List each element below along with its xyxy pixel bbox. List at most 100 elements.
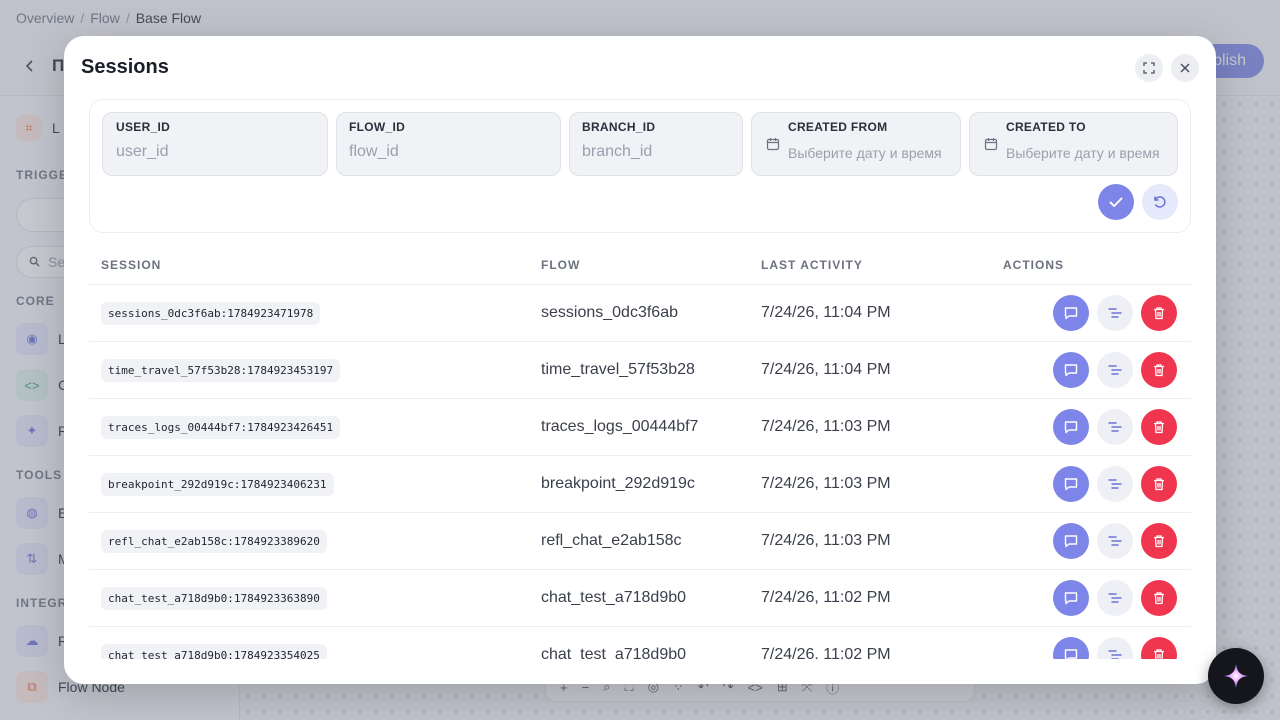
view-traces-button[interactable] xyxy=(1097,352,1133,388)
flow-name: refl_chat_e2ab158c xyxy=(541,532,682,549)
session-id[interactable]: breakpoint_292d919c:1784923406231 xyxy=(101,473,334,496)
delete-session-button[interactable] xyxy=(1141,352,1177,388)
created-to-placeholder: Выберите дату и время xyxy=(1006,145,1160,161)
flow-name: sessions_0dc3f6ab xyxy=(541,304,678,321)
flow-name: time_travel_57f53b28 xyxy=(541,361,695,378)
last-activity: 7/24/26, 11:03 PM xyxy=(761,532,891,549)
delete-session-button[interactable] xyxy=(1141,523,1177,559)
filters-panel: USER_ID user_id FLOW_ID flow_id BRANCH_I… xyxy=(89,99,1191,233)
flow-id-label: FLOW_ID xyxy=(349,120,406,134)
table-row: chat_test_a718d9b0:1784923363890 chat_te… xyxy=(89,570,1191,627)
session-id[interactable]: chat_test_a718d9b0:1784923363890 xyxy=(101,587,327,610)
table-row: traces_logs_00444bf7:1784923426451 trace… xyxy=(89,399,1191,456)
traces-icon xyxy=(1108,422,1122,432)
chat-icon xyxy=(1064,478,1078,491)
view-traces-button[interactable] xyxy=(1097,295,1133,331)
trash-icon xyxy=(1154,535,1164,548)
chat-icon xyxy=(1064,649,1078,659)
session-id[interactable]: traces_logs_00444bf7:1784923426451 xyxy=(101,416,341,439)
trash-icon xyxy=(1154,592,1164,605)
open-chat-button[interactable] xyxy=(1053,637,1089,659)
traces-icon xyxy=(1108,593,1122,603)
delete-session-button[interactable] xyxy=(1141,580,1177,616)
last-activity: 7/24/26, 11:02 PM xyxy=(761,589,891,606)
close-icon[interactable] xyxy=(1171,54,1199,82)
branch-id-field[interactable]: BRANCH_ID branch_id xyxy=(569,112,743,176)
calendar-icon xyxy=(766,137,780,151)
view-traces-button[interactable] xyxy=(1097,409,1133,445)
apply-filters-button[interactable] xyxy=(1098,184,1134,220)
open-chat-button[interactable] xyxy=(1053,523,1089,559)
table-row: refl_chat_e2ab158c:1784923389620 refl_ch… xyxy=(89,513,1191,570)
created-from-label: CREATED FROM xyxy=(788,120,888,134)
open-chat-button[interactable] xyxy=(1053,466,1089,502)
check-icon xyxy=(1109,197,1123,207)
table-row: chat_test_a718d9b0:1784923354025 chat_te… xyxy=(89,627,1191,659)
chat-icon xyxy=(1064,592,1078,605)
header-actions: ACTIONS xyxy=(1003,258,1064,272)
delete-session-button[interactable] xyxy=(1141,295,1177,331)
session-id[interactable]: time_travel_57f53b28:1784923453197 xyxy=(101,359,341,382)
flow-name: traces_logs_00444bf7 xyxy=(541,418,699,435)
traces-icon xyxy=(1108,365,1122,375)
ai-assistant-button[interactable] xyxy=(1208,648,1264,704)
chat-icon xyxy=(1064,364,1078,377)
delete-session-button[interactable] xyxy=(1141,409,1177,445)
user-id-placeholder: user_id xyxy=(116,143,169,160)
trash-icon xyxy=(1154,649,1164,659)
scroll-fade xyxy=(89,659,1191,684)
last-activity: 7/24/26, 11:03 PM xyxy=(761,475,891,492)
flow-id-placeholder: flow_id xyxy=(349,143,399,160)
last-activity: 7/24/26, 11:03 PM xyxy=(761,418,891,435)
created-to-label: CREATED TO xyxy=(1006,120,1086,134)
reset-filters-button[interactable] xyxy=(1142,184,1178,220)
table-row: time_travel_57f53b28:1784923453197 time_… xyxy=(89,342,1191,399)
trash-icon xyxy=(1154,364,1164,377)
sessions-modal: Sessions USER_ID user_id FLOW_ID flow_id… xyxy=(64,36,1216,684)
table-row: sessions_0dc3f6ab:1784923471978 sessions… xyxy=(89,285,1191,342)
traces-icon xyxy=(1108,536,1122,546)
flow-name: chat_test_a718d9b0 xyxy=(541,646,687,659)
chat-icon xyxy=(1064,307,1078,320)
session-id[interactable]: sessions_0dc3f6ab:1784923471978 xyxy=(101,302,321,325)
flow-name: breakpoint_292d919c xyxy=(541,475,695,492)
header-flow: FLOW xyxy=(541,258,581,272)
branch-id-placeholder: branch_id xyxy=(582,143,653,160)
traces-icon xyxy=(1108,308,1122,318)
delete-session-button[interactable] xyxy=(1141,637,1177,659)
modal-title: Sessions xyxy=(81,56,169,78)
flow-id-field[interactable]: FLOW_ID flow_id xyxy=(336,112,561,176)
traces-icon xyxy=(1108,650,1122,659)
trash-icon xyxy=(1154,421,1164,434)
open-chat-button[interactable] xyxy=(1053,580,1089,616)
view-traces-button[interactable] xyxy=(1097,523,1133,559)
sparkle-icon xyxy=(1224,664,1248,688)
session-id[interactable]: chat_test_a718d9b0:1784923354025 xyxy=(101,644,327,659)
user-id-field[interactable]: USER_ID user_id xyxy=(102,112,328,176)
trash-icon xyxy=(1154,478,1164,491)
table-header: SESSION FLOW LAST ACTIVITY ACTIONS xyxy=(89,245,1191,285)
open-chat-button[interactable] xyxy=(1053,409,1089,445)
delete-session-button[interactable] xyxy=(1141,466,1177,502)
session-id[interactable]: refl_chat_e2ab158c:1784923389620 xyxy=(101,530,327,553)
chat-icon xyxy=(1064,535,1078,548)
header-session: SESSION xyxy=(101,258,162,272)
view-traces-button[interactable] xyxy=(1097,580,1133,616)
created-from-field[interactable]: CREATED FROM Выберите дату и время xyxy=(751,112,961,176)
sessions-table: SESSION FLOW LAST ACTIVITY ACTIONS sessi… xyxy=(89,245,1191,659)
expand-icon[interactable] xyxy=(1135,54,1163,82)
view-traces-button[interactable] xyxy=(1097,466,1133,502)
created-to-field[interactable]: CREATED TO Выберите дату и время xyxy=(969,112,1178,176)
last-activity: 7/24/26, 11:04 PM xyxy=(761,304,891,321)
last-activity: 7/24/26, 11:04 PM xyxy=(761,361,891,378)
user-id-label: USER_ID xyxy=(116,120,171,134)
traces-icon xyxy=(1108,479,1122,489)
open-chat-button[interactable] xyxy=(1053,295,1089,331)
calendar-icon xyxy=(984,137,998,151)
table-row: breakpoint_292d919c:1784923406231 breakp… xyxy=(89,456,1191,513)
created-from-placeholder: Выберите дату и время xyxy=(788,145,942,161)
last-activity: 7/24/26, 11:02 PM xyxy=(761,646,891,659)
open-chat-button[interactable] xyxy=(1053,352,1089,388)
reset-icon xyxy=(1154,196,1166,208)
view-traces-button[interactable] xyxy=(1097,637,1133,659)
